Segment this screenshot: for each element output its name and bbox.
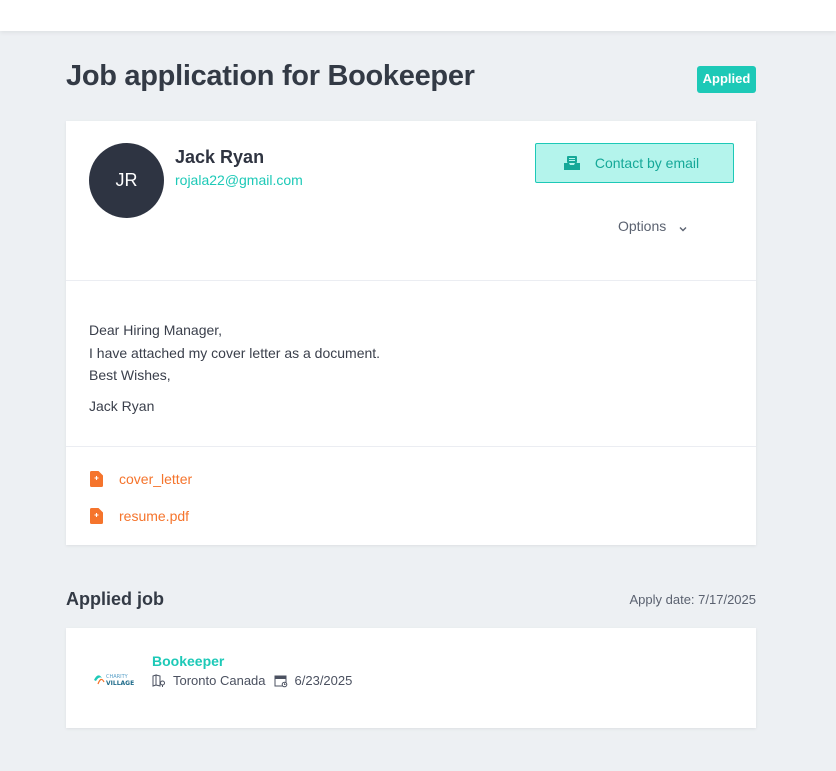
inbox-icon: [563, 156, 580, 170]
file-icon: [90, 471, 103, 487]
divider: [66, 280, 756, 281]
applicant-email-link[interactable]: rojala22@gmail.com: [175, 172, 303, 188]
avatar: JR: [89, 143, 164, 218]
cover-message: Dear Hiring Manager, I have attached my …: [89, 319, 380, 417]
message-line: Dear Hiring Manager,: [89, 322, 223, 338]
file-icon: [90, 508, 103, 524]
applied-job-card: CHARITY VILLAGE Bookeeper Toronto Canada…: [66, 628, 756, 728]
divider: [66, 446, 756, 447]
location-map-icon: [152, 673, 166, 688]
applicant-name: Jack Ryan: [175, 147, 265, 167]
attachment-item[interactable]: cover_letter: [90, 471, 192, 487]
job-location: Toronto Canada: [173, 673, 266, 688]
applicant-card: JR Jack Ryan rojala22@gmail.com Contact …: [66, 121, 756, 545]
options-dropdown[interactable]: Options: [618, 218, 688, 234]
message-signature: Jack Ryan: [89, 397, 155, 414]
contact-button-label: Contact by email: [594, 155, 700, 171]
status-badge: Applied: [697, 66, 756, 93]
message-line: I have attached my cover letter as a doc…: [89, 344, 381, 361]
attachment-item[interactable]: resume.pdf: [90, 508, 189, 524]
options-label: Options: [618, 218, 667, 234]
company-logo: CHARITY VILLAGE: [92, 666, 136, 690]
page-title: Job application for Bookeeper: [66, 60, 475, 92]
attachment-name: cover_letter: [119, 471, 193, 487]
attachment-name: resume.pdf: [119, 508, 190, 524]
contact-by-email-button[interactable]: Contact by email: [535, 143, 734, 183]
job-title-link[interactable]: Bookeeper: [152, 653, 224, 669]
job-meta: Toronto Canada 6/23/2025: [152, 673, 352, 688]
apply-date: Apply date: 7/17/2025: [629, 592, 757, 607]
logo-text-bottom: VILLAGE: [106, 680, 134, 687]
chevron-down-icon: [678, 221, 688, 232]
message-line: Best Wishes,: [89, 367, 171, 383]
top-bar: [0, 0, 836, 31]
job-posted-date: 6/23/2025: [294, 673, 353, 688]
calendar-icon: [274, 674, 288, 688]
applied-job-heading: Applied job: [66, 589, 164, 609]
